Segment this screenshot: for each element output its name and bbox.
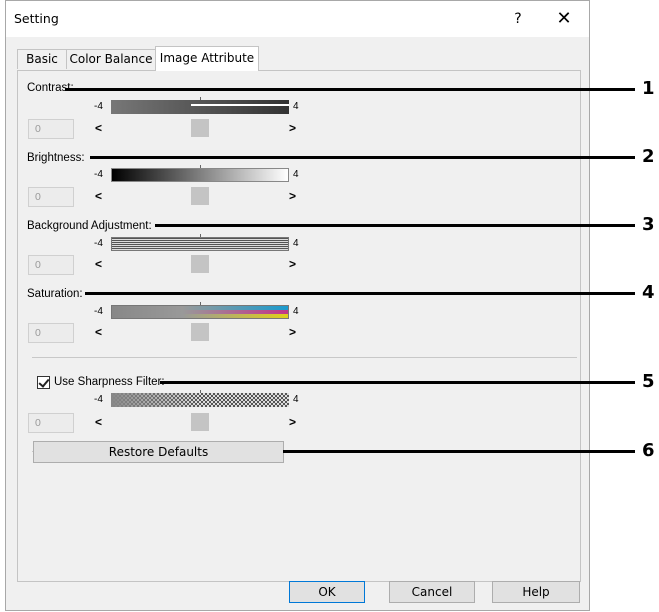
tab-color-balance[interactable]: Color Balance xyxy=(66,49,156,69)
sharpness-increase-button[interactable]: > xyxy=(289,415,296,429)
saturation-center-tick xyxy=(200,302,201,305)
contrast-value-input[interactable]: 0 xyxy=(28,119,74,139)
callout-line-3 xyxy=(155,224,635,227)
saturation-decrease-button[interactable]: < xyxy=(95,325,102,339)
saturation-label: Saturation: xyxy=(27,288,83,300)
contrast-increase-button[interactable]: > xyxy=(289,121,296,135)
tab-basic[interactable]: Basic xyxy=(17,49,67,69)
sharpness-decrease-button[interactable]: < xyxy=(95,415,102,429)
sharpness-slider-thumb[interactable] xyxy=(191,413,209,431)
sharpness-max-label: 4 xyxy=(293,394,299,405)
sharpness-label: Use Sharpness Filter: xyxy=(54,376,165,388)
saturation-gradient-bar xyxy=(111,305,289,319)
contrast-slider-thumb[interactable] xyxy=(191,119,209,137)
contrast-decrease-button[interactable]: < xyxy=(95,121,102,135)
brightness-gradient-bar xyxy=(111,168,289,182)
saturation-slider-thumb[interactable] xyxy=(191,323,209,341)
background-slider-thumb[interactable] xyxy=(191,255,209,273)
section-divider xyxy=(32,357,577,358)
callout-number-1: 1 xyxy=(642,78,655,99)
brightness-decrease-button[interactable]: < xyxy=(95,189,102,203)
help-icon[interactable]: ? xyxy=(508,8,528,30)
brightness-max-label: 4 xyxy=(293,169,299,180)
background-gradient-bar xyxy=(111,237,289,251)
callout-number-2: 2 xyxy=(642,146,655,167)
callout-line-1 xyxy=(65,88,635,91)
restore-defaults-button[interactable]: Restore Defaults xyxy=(33,441,284,463)
callout-number-3: 3 xyxy=(642,214,655,235)
contrast-gradient-bar xyxy=(111,100,289,114)
close-icon[interactable]: ✕ xyxy=(552,7,576,31)
help-button[interactable]: Help xyxy=(492,581,580,603)
background-center-tick xyxy=(200,234,201,237)
cancel-button[interactable]: Cancel xyxy=(389,581,475,603)
callout-number-5: 5 xyxy=(642,371,655,392)
contrast-center-tick xyxy=(200,97,201,100)
callout-line-6 xyxy=(283,450,635,453)
callout-number-4: 4 xyxy=(642,282,655,303)
background-value-input[interactable]: 0 xyxy=(28,255,74,275)
contrast-min-label: -4 xyxy=(94,101,103,112)
callout-line-4 xyxy=(85,292,635,295)
brightness-label: Brightness: xyxy=(27,152,85,164)
saturation-value-input[interactable]: 0 xyxy=(28,323,74,343)
brightness-value-input[interactable]: 0 xyxy=(28,187,74,207)
dialog-title: Setting xyxy=(14,11,59,26)
callout-line-5 xyxy=(160,381,635,384)
background-max-label: 4 xyxy=(293,238,299,249)
title-bar: Setting ? ✕ xyxy=(6,1,589,37)
background-min-label: -4 xyxy=(94,238,103,249)
brightness-increase-button[interactable]: > xyxy=(289,189,296,203)
background-adjustment-label: Background Adjustment: xyxy=(27,220,152,232)
sharpness-center-tick xyxy=(200,390,201,393)
sharpness-checkbox[interactable] xyxy=(37,376,50,389)
saturation-min-label: -4 xyxy=(94,306,103,317)
brightness-min-label: -4 xyxy=(94,169,103,180)
sharpness-value-input[interactable]: 0 xyxy=(28,413,74,433)
background-decrease-button[interactable]: < xyxy=(95,257,102,271)
sharpness-pattern-bar xyxy=(111,393,289,407)
background-increase-button[interactable]: > xyxy=(289,257,296,271)
sharpness-min-label: -4 xyxy=(94,394,103,405)
contrast-max-label: 4 xyxy=(293,101,299,112)
brightness-center-tick xyxy=(200,165,201,168)
setting-dialog: Setting ? ✕ Basic Color Balance Image At… xyxy=(5,0,590,611)
brightness-slider-thumb[interactable] xyxy=(191,187,209,205)
saturation-max-label: 4 xyxy=(293,306,299,317)
tab-image-attribute[interactable]: Image Attribute xyxy=(155,46,259,71)
ok-button[interactable]: OK xyxy=(289,581,365,603)
saturation-increase-button[interactable]: > xyxy=(289,325,296,339)
callout-line-2 xyxy=(90,156,635,159)
callout-number-6: 6 xyxy=(642,440,655,461)
